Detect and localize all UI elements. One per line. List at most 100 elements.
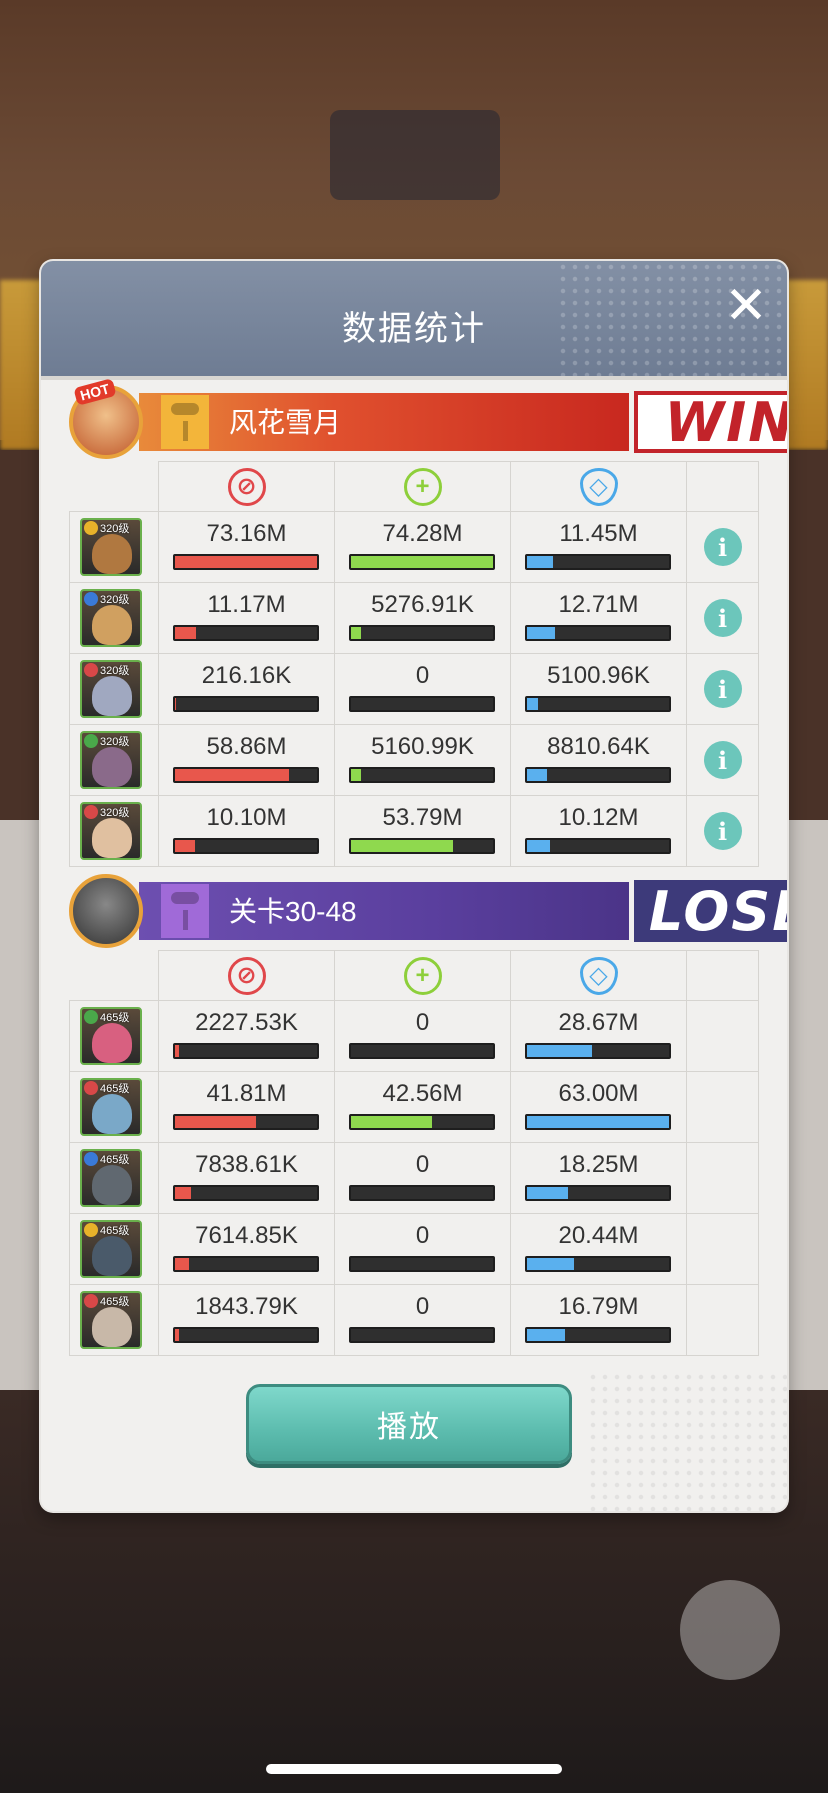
hero-portrait[interactable]: 465级 bbox=[80, 1078, 142, 1136]
corner-dot-pattern bbox=[587, 1371, 787, 1511]
header-cell: ⊘ bbox=[159, 461, 335, 512]
hero-face bbox=[92, 534, 132, 574]
header-cell: + bbox=[335, 950, 511, 1001]
heal-bar-fill bbox=[351, 627, 361, 639]
info-cell bbox=[687, 1214, 759, 1285]
enemy-avatar[interactable] bbox=[69, 874, 143, 948]
defense-cell: 16.79M bbox=[511, 1285, 687, 1356]
play-button[interactable]: 播放 bbox=[246, 1384, 572, 1464]
background-stats-button bbox=[680, 1580, 780, 1680]
home-indicator[interactable] bbox=[266, 1764, 562, 1774]
damage-cell: 58.86M bbox=[159, 725, 335, 796]
hero-level: 320级 bbox=[100, 807, 130, 819]
heal-bar-fill bbox=[351, 556, 493, 568]
hero-portrait[interactable]: 465级 bbox=[80, 1007, 142, 1065]
sword-icon: ⊘ bbox=[227, 467, 266, 506]
team-header-1: 风花雪月 HOT WIN bbox=[69, 378, 787, 459]
heal-bar bbox=[349, 1256, 495, 1272]
defense-cell: 28.67M bbox=[511, 1001, 687, 1072]
defense-bar bbox=[525, 1185, 671, 1201]
info-cell bbox=[687, 1072, 759, 1143]
team-name: 风花雪月 bbox=[229, 407, 342, 438]
heal-value: 0 bbox=[415, 1151, 430, 1178]
damage-bar-fill bbox=[175, 556, 317, 568]
faction-icon bbox=[84, 734, 98, 748]
defense-cell: 18.25M bbox=[511, 1143, 687, 1214]
heal-bar bbox=[349, 1043, 495, 1059]
damage-bar bbox=[173, 1185, 319, 1201]
defense-value: 8810.64K bbox=[547, 733, 650, 760]
hero-face bbox=[92, 818, 132, 858]
heal-cell: 74.28M bbox=[335, 512, 511, 583]
heal-bar-fill bbox=[351, 1116, 432, 1128]
hero-cell: 320级 bbox=[69, 583, 159, 654]
faction-icon bbox=[84, 1081, 98, 1095]
defense-value: 10.12M bbox=[558, 804, 639, 831]
damage-value: 58.86M bbox=[206, 733, 287, 760]
defense-cell: 63.00M bbox=[511, 1072, 687, 1143]
hero-row: 320级 58.86M 5160.99K 8810.64K i bbox=[69, 725, 759, 796]
info-icon[interactable]: i bbox=[703, 599, 742, 637]
damage-cell: 1843.79K bbox=[159, 1285, 335, 1356]
defense-bar bbox=[525, 1043, 671, 1059]
faction-icon bbox=[84, 1223, 98, 1237]
damage-bar bbox=[173, 767, 319, 783]
hero-cell: 465级 bbox=[69, 1285, 159, 1356]
hero-row: 320级 73.16M 74.28M 11.45M i bbox=[69, 512, 759, 583]
hero-portrait[interactable]: 320级 bbox=[80, 660, 142, 718]
info-icon[interactable]: i bbox=[703, 812, 742, 850]
hero-face bbox=[92, 1165, 132, 1205]
heal-cell: 0 bbox=[335, 1001, 511, 1072]
info-icon[interactable]: i bbox=[703, 670, 742, 708]
hero-portrait[interactable]: 465级 bbox=[80, 1291, 142, 1349]
faction-icon bbox=[84, 805, 98, 819]
heal-value: 53.79M bbox=[382, 804, 463, 831]
hero-row: 320级 216.16K 0 5100.96K i bbox=[69, 654, 759, 725]
faction-icon bbox=[84, 1152, 98, 1166]
hero-portrait[interactable]: 465级 bbox=[80, 1220, 142, 1278]
damage-bar-fill bbox=[175, 1187, 191, 1199]
info-cell: i bbox=[687, 512, 759, 583]
hero-level: 465级 bbox=[100, 1083, 130, 1095]
damage-value: 2227.53K bbox=[195, 1009, 298, 1036]
hero-face bbox=[92, 1236, 132, 1276]
hero-portrait[interactable]: 320级 bbox=[80, 589, 142, 647]
defense-value: 16.79M bbox=[558, 1293, 639, 1320]
info-cell: i bbox=[687, 725, 759, 796]
hero-portrait[interactable]: 320级 bbox=[80, 731, 142, 789]
heal-bar bbox=[349, 767, 495, 783]
damage-bar bbox=[173, 1114, 319, 1130]
info-icon[interactable]: i bbox=[703, 528, 742, 566]
sword-icon: ⊘ bbox=[227, 956, 266, 995]
defense-bar-fill bbox=[527, 769, 547, 781]
hero-cell: 465级 bbox=[69, 1143, 159, 1214]
info-cell: i bbox=[687, 654, 759, 725]
defense-bar-fill bbox=[527, 840, 550, 852]
damage-cell: 41.81M bbox=[159, 1072, 335, 1143]
damage-cell: 216.16K bbox=[159, 654, 335, 725]
hero-portrait[interactable]: 320级 bbox=[80, 518, 142, 576]
damage-cell: 7838.61K bbox=[159, 1143, 335, 1214]
hero-row: 465级 7614.85K 0 20.44M bbox=[69, 1214, 759, 1285]
heal-bar-fill bbox=[351, 840, 454, 852]
hero-face bbox=[92, 1307, 132, 1347]
close-icon[interactable]: ✕ bbox=[721, 280, 771, 332]
hero-level: 465级 bbox=[100, 1154, 130, 1166]
hero-row: 320级 10.10M 53.79M 10.12M i bbox=[69, 796, 759, 867]
hero-level: 320级 bbox=[100, 523, 130, 535]
hero-portrait[interactable]: 465级 bbox=[80, 1149, 142, 1207]
info-cell bbox=[687, 1143, 759, 1214]
defense-value: 28.67M bbox=[558, 1009, 639, 1036]
hero-cell: 465级 bbox=[69, 1072, 159, 1143]
hero-portrait[interactable]: 320级 bbox=[80, 802, 142, 860]
defense-cell: 8810.64K bbox=[511, 725, 687, 796]
heal-bar bbox=[349, 838, 495, 854]
hero-level: 320级 bbox=[100, 594, 130, 606]
lose-badge: LOSE bbox=[634, 880, 787, 943]
defense-bar-fill bbox=[527, 698, 539, 710]
damage-value: 216.16K bbox=[201, 662, 292, 689]
heal-value: 74.28M bbox=[382, 520, 463, 547]
heal-cell: 0 bbox=[335, 654, 511, 725]
info-icon[interactable]: i bbox=[703, 741, 742, 779]
defense-cell: 20.44M bbox=[511, 1214, 687, 1285]
